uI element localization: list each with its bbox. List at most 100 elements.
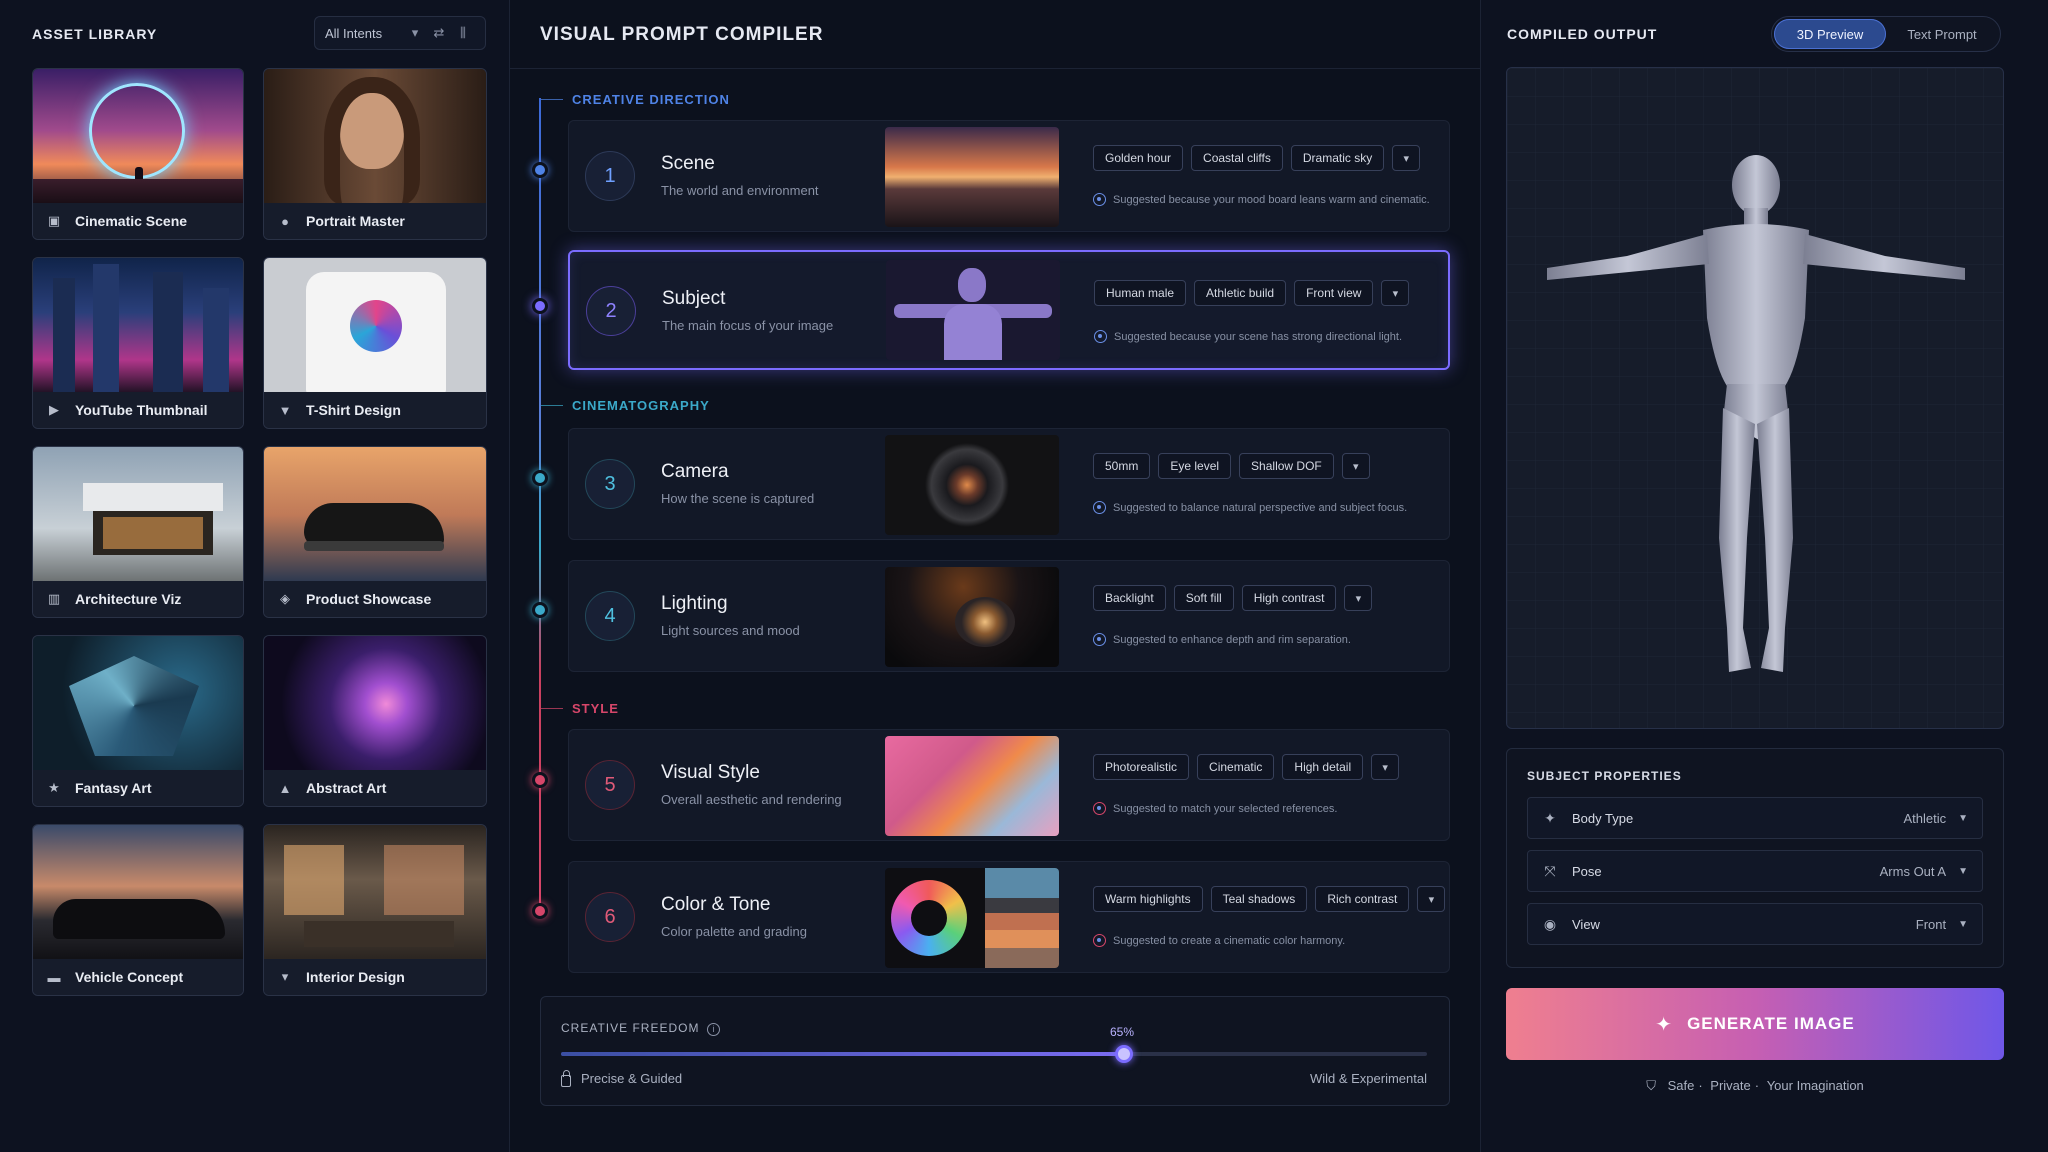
slider-handle[interactable] (1115, 1045, 1133, 1063)
asset-card-portrait-master[interactable]: ● Portrait Master (263, 68, 487, 240)
body-icon: ✦ (1544, 809, 1556, 826)
pose-select[interactable]: ⤧ Pose Arms Out A ▼ (1527, 850, 1983, 892)
chip[interactable]: Photorealistic (1093, 754, 1190, 780)
property-name: View (1572, 916, 1600, 932)
chevron-down-icon[interactable]: ▾ (1381, 280, 1410, 306)
chevron-down-icon[interactable]: ▾ (1341, 453, 1370, 479)
creative-freedom-slider[interactable] (561, 1045, 1427, 1063)
chip[interactable]: Athletic build (1194, 280, 1287, 306)
info-icon[interactable]: i (707, 1023, 721, 1036)
chip[interactable]: Front view (1294, 280, 1374, 306)
chip[interactable]: High contrast (1241, 585, 1337, 611)
asset-card-label: Interior Design (306, 969, 405, 985)
body-type-select[interactable]: ✦ Body Type Athletic ▼ (1527, 797, 1983, 839)
prompt-compiler-panel: VISUAL PROMPT COMPILER CREATIVE DIRECTIO… (510, 0, 1480, 1152)
step-number: 2 (586, 286, 636, 336)
property-value: Arms Out A (1879, 863, 1947, 879)
section-cinematography: CINEMATOGRAPHY (541, 398, 710, 413)
chip[interactable]: High detail (1282, 754, 1364, 780)
asset-card-vehicle-concept[interactable]: ▬ Vehicle Concept (32, 824, 244, 996)
compiled-output-title: COMPILED OUTPUT (1507, 26, 1658, 42)
chip[interactable]: Teal shadows (1210, 886, 1308, 912)
timeline-line (539, 98, 541, 918)
intent-filter-dropdown[interactable]: All Intents ▾ ⇄ ⫼ (314, 16, 486, 50)
car-icon: ▬ (47, 969, 61, 985)
fantasy-art-thumbnail (33, 636, 243, 772)
timeline-dot-2 (532, 298, 548, 314)
architecture-viz-thumbnail (33, 447, 243, 583)
asset-card-cinematic-scene[interactable]: ▣ Cinematic Scene (32, 68, 244, 240)
chevron-down-icon[interactable]: ▾ (1371, 754, 1400, 780)
asset-library-panel: ASSET LIBRARY All Intents ▾ ⇄ ⫼ ▣ Cinemat… (0, 0, 510, 1152)
step-title: Color & Tone (661, 894, 771, 915)
step-card-lighting[interactable]: 4 Lighting Light sources and mood Backli… (568, 560, 1450, 672)
step-subtitle: The main focus of your image (662, 318, 834, 333)
chip[interactable]: Dramatic sky (1290, 145, 1385, 171)
chip[interactable]: Rich contrast (1315, 886, 1410, 912)
asset-card-fantasy-art[interactable]: ★ Fantasy Art (32, 635, 244, 807)
suggestion-icon (1093, 193, 1106, 206)
product-showcase-thumbnail (264, 447, 486, 583)
chip[interactable]: Eye level (1158, 453, 1232, 479)
asset-library-title: ASSET LIBRARY (32, 26, 158, 42)
step-card-camera[interactable]: 3 Camera How the scene is captured 50mm … (568, 428, 1450, 540)
color-tone-chips: Warm highlights Teal shadows Rich contra… (1093, 886, 1446, 912)
asset-card-product-showcase[interactable]: ◈ Product Showcase (263, 446, 487, 618)
step-card-scene[interactable]: 1 Scene The world and environment Golden… (568, 120, 1450, 232)
tab-text-prompt[interactable]: Text Prompt (1886, 19, 1998, 49)
chip[interactable]: Human male (1094, 280, 1187, 306)
swap-icon[interactable]: ⇄ (427, 25, 451, 41)
step-card-subject[interactable]: 2 Subject The main focus of your image H… (568, 250, 1450, 370)
asset-card-interior-design[interactable]: ▾ Interior Design (263, 824, 487, 996)
lighting-chips: Backlight Soft fill High contrast ▾ (1093, 585, 1373, 611)
lighting-preview-image (885, 567, 1059, 667)
suggestion-icon (1093, 501, 1106, 514)
lamp-icon: ▾ (281, 969, 289, 984)
chip[interactable]: Soft fill (1173, 585, 1234, 611)
suggestion-icon (1093, 802, 1106, 815)
chip[interactable]: Cinematic (1197, 754, 1275, 780)
timeline-dot-1 (532, 162, 548, 178)
asset-card-architecture-viz[interactable]: ▥ Architecture Viz (32, 446, 244, 618)
vehicle-concept-thumbnail (33, 825, 243, 961)
film-icon: ▣ (47, 213, 61, 228)
lock-icon (561, 1069, 571, 1087)
asset-card-youtube-thumbnail[interactable]: ▶ YouTube Thumbnail (32, 257, 244, 429)
subject-chips: Human male Athletic build Front view ▾ (1094, 280, 1410, 306)
camera-chips: 50mm Eye level Shallow DOF ▾ (1093, 453, 1370, 479)
generate-image-button[interactable]: ✦ GENERATE IMAGE (1506, 988, 2004, 1060)
chip[interactable]: Backlight (1093, 585, 1166, 611)
step-card-visual-style[interactable]: 5 Visual Style Overall aesthetic and ren… (568, 729, 1450, 841)
chip[interactable]: Warm highlights (1093, 886, 1203, 912)
timeline-dot-3 (532, 470, 548, 486)
chevron-down-icon[interactable]: ▾ (1392, 145, 1421, 171)
tab-3d-preview[interactable]: 3D Preview (1774, 19, 1886, 49)
asset-card-label: Portrait Master (306, 213, 405, 229)
step-number: 3 (585, 459, 635, 509)
asset-card-abstract-art[interactable]: ▲ Abstract Art (263, 635, 487, 807)
slider-max-label: Wild & Experimental (1309, 1071, 1427, 1086)
step-number: 6 (585, 892, 635, 942)
chevron-down-icon[interactable]: ▾ (1417, 886, 1446, 912)
view-select[interactable]: ◉ View Front ▼ (1527, 903, 1983, 945)
timeline-dot-5 (532, 772, 548, 788)
suggestion-text: Suggested to enhance depth and rim separ… (1113, 633, 1351, 646)
creative-freedom-label: CREATIVE FREEDOM (561, 1021, 700, 1035)
step-subtitle: Light sources and mood (661, 623, 800, 638)
suggestion-icon (1093, 633, 1106, 646)
asset-card-label: T-Shirt Design (306, 402, 401, 418)
chip[interactable]: 50mm (1093, 453, 1151, 479)
chevron-down-icon[interactable]: ▾ (1344, 585, 1373, 611)
shield-icon: ⛉ (1646, 1078, 1656, 1093)
chip[interactable]: Golden hour (1093, 145, 1184, 171)
step-subtitle: Color palette and grading (661, 924, 807, 939)
t-shirt-design-thumbnail (264, 258, 486, 394)
asset-card-t-shirt-design[interactable]: ▼ T-Shirt Design (263, 257, 487, 429)
step-card-color-tone[interactable]: 6 Color & Tone Color palette and grading… (568, 861, 1450, 973)
star-icon: ★ (48, 780, 60, 795)
3d-preview-viewport[interactable] (1506, 67, 2004, 729)
chip[interactable]: Shallow DOF (1239, 453, 1334, 479)
chip[interactable]: Coastal cliffs (1191, 145, 1283, 171)
property-value: Front (1915, 916, 1947, 932)
columns-icon[interactable]: ⫼ (451, 25, 475, 41)
